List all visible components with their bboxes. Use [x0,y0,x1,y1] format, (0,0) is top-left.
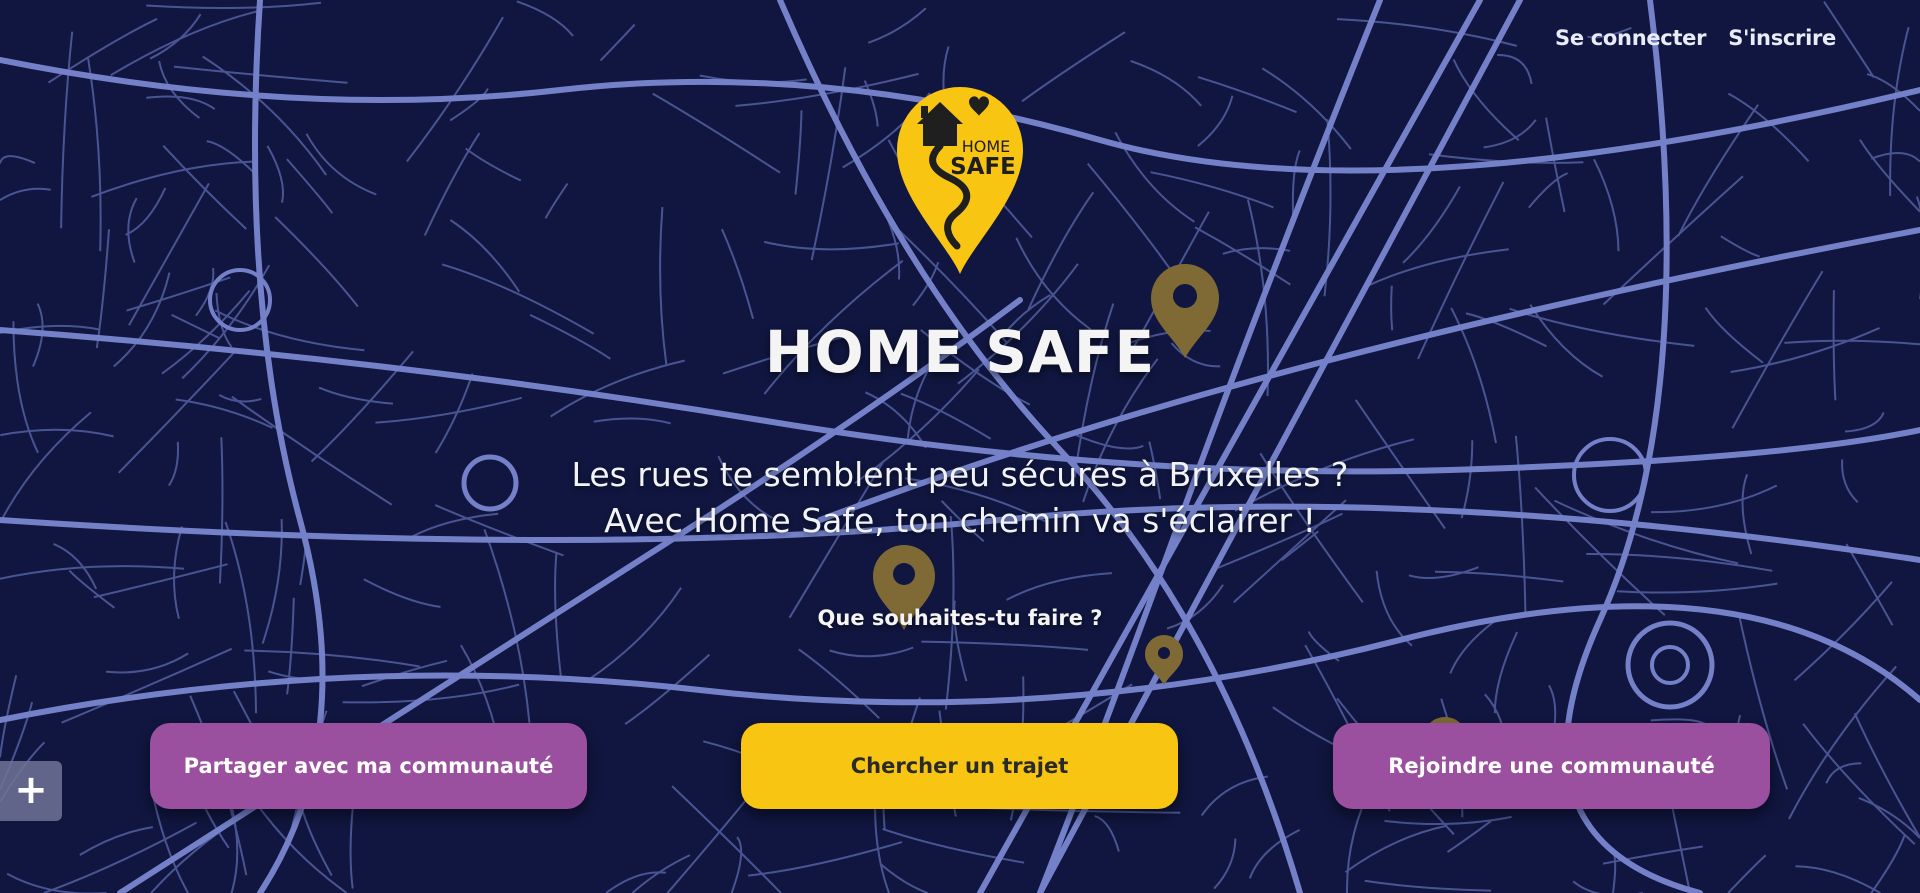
action-question: Que souhaites-tu faire ? [817,606,1103,630]
search-route-button[interactable]: Chercher un trajet [741,723,1178,809]
share-with-community-button[interactable]: Partager avec ma communauté [150,723,587,809]
tagline-line-2: Avec Home Safe, ton chemin va s'éclairer… [604,501,1316,540]
zoom-in-button[interactable]: + [0,761,62,821]
logo-icon: HOME SAFE [897,87,1023,274]
top-nav: Se connecter S'inscrire [1555,26,1836,50]
page-title: HOME SAFE [764,318,1156,386]
tagline-line-1: Les rues te semblent peu sécures à Bruxe… [571,455,1349,494]
login-link[interactable]: Se connecter [1555,26,1706,50]
tagline: Les rues te semblent peu sécures à Bruxe… [0,452,1920,544]
join-community-button[interactable]: Rejoindre une communauté [1333,723,1770,809]
signup-link[interactable]: S'inscrire [1728,26,1836,50]
plus-icon: + [14,767,48,813]
logo-text-safe: SAFE [950,154,1016,180]
